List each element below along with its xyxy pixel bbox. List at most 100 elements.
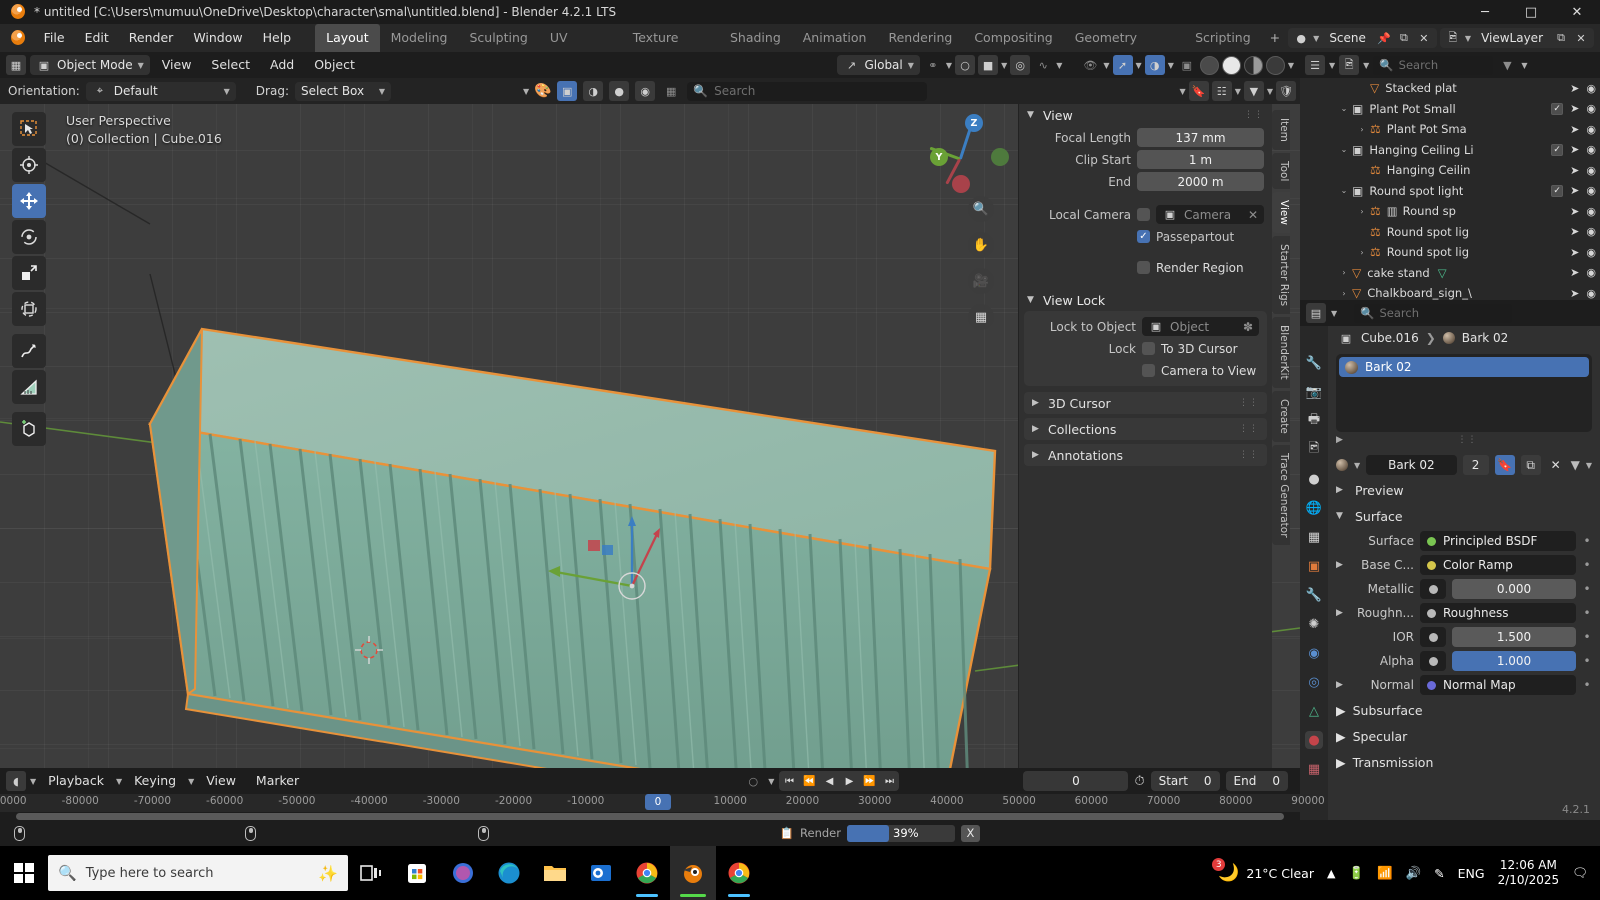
proportional-falloff-icon[interactable]: ◎ (1010, 55, 1031, 75)
transform-gizmo[interactable] (540, 504, 670, 614)
property-slider[interactable]: 0.000 (1452, 579, 1576, 599)
copilot-icon[interactable] (440, 846, 486, 900)
annotations-section[interactable]: ▶ Annotations ⋮⋮ (1024, 444, 1267, 466)
blender-menu-icon[interactable] (8, 28, 28, 48)
specular-section[interactable]: ▶ Specular (1336, 724, 1592, 748)
gizmo-toggle-icon[interactable]: ➚ (1112, 55, 1133, 75)
3d-cursor-section[interactable]: ▶ 3D Cursor ⋮⋮ (1024, 392, 1267, 414)
auto-keying-icon[interactable]: ○ (743, 771, 763, 791)
tab-view-layer-icon[interactable]: 🖻 (1305, 441, 1323, 459)
tab-tool-icon[interactable]: 🔧 (1305, 354, 1323, 372)
outliner-row[interactable]: ⌄ ▣ Plant Pot Small ✓ ➤ ◉ (1300, 99, 1600, 120)
new-scene-icon[interactable]: ⧉ (1396, 31, 1412, 45)
material-property-row[interactable]: Alpha 1.000 • (1336, 650, 1592, 672)
material-slot-list[interactable]: Bark 02 (1336, 354, 1592, 432)
tab-collection-icon[interactable]: ▦ (1305, 528, 1323, 546)
sidebar-tab-blenderkit[interactable]: BlenderKit (1272, 317, 1290, 388)
disclosure-triangle-icon[interactable]: ⌄ (1336, 145, 1352, 154)
taskbar-search-input[interactable]: 🔍 Type here to search ✨ (48, 855, 348, 891)
editor-type-icon[interactable]: ◖ (6, 771, 26, 791)
selectable-cursor-icon[interactable]: ➤ (1570, 102, 1579, 115)
transmission-section[interactable]: ▶ Transmission (1336, 750, 1592, 774)
eye-visibility-icon[interactable]: ◉ (1586, 225, 1596, 238)
exclude-checkbox[interactable]: ✓ (1551, 102, 1564, 115)
tab-modifiers-icon[interactable]: 🔧 (1305, 586, 1323, 604)
tab-texture-icon[interactable]: ▦ (1305, 760, 1323, 778)
pin-icon[interactable]: 📌 (1376, 31, 1392, 45)
battery-icon[interactable]: 🔋 (1348, 865, 1364, 881)
tool-measure[interactable] (12, 370, 46, 404)
tab-animation[interactable]: Animation (792, 24, 878, 52)
timeline-editor[interactable]: ◖ ▼ Playback ▼ Keying ▼ View Marker ○ ▼ … (0, 768, 1325, 820)
outliner-row[interactable]: › ⚖ Plant Pot Sma ➤ ◉ (1300, 119, 1600, 140)
tab-scene-icon[interactable]: ● (1305, 470, 1323, 488)
eye-visibility-icon[interactable]: ◉ (1586, 246, 1596, 259)
view-section-header[interactable]: ▼ View ⋮⋮ (1019, 104, 1272, 126)
property-socket-box[interactable] (1420, 627, 1446, 647)
property-socket-box[interactable] (1420, 579, 1446, 599)
mode-selector[interactable]: ▣ Object Mode ▼ (30, 55, 150, 75)
animate-property-icon[interactable]: • (1582, 630, 1592, 644)
delete-viewlayer-icon[interactable]: ✕ (1573, 31, 1589, 45)
breadcrumb-object[interactable]: Cube.016 (1361, 331, 1419, 345)
cube-object[interactable] (140, 219, 1000, 768)
chevron-right-icon[interactable]: ▶ (1336, 608, 1348, 618)
tab-output-icon[interactable]: 🖶 (1305, 412, 1323, 430)
clip-start-row[interactable]: Clip Start 1 m (1019, 149, 1264, 170)
outliner-row[interactable]: ⌄ ▣ Hanging Ceiling Li ✓ ➤ ◉ (1300, 140, 1600, 161)
property-value-field[interactable]: Normal Map (1420, 675, 1576, 695)
volume-icon[interactable]: 🔊 (1406, 865, 1422, 881)
animate-property-icon[interactable]: • (1582, 654, 1592, 668)
menu-render[interactable]: Render (119, 24, 184, 52)
tab-object-icon[interactable]: ▣ (1305, 557, 1323, 575)
unlink-material-icon[interactable]: ✕ (1547, 455, 1565, 475)
clip-end-value[interactable]: 2000 m (1137, 172, 1264, 191)
material-property-row[interactable]: ▶ Base C... Color Ramp • (1336, 554, 1592, 576)
filter-icon[interactable]: ▼ (1497, 55, 1517, 75)
lock-to-object-field[interactable]: ▣ Object ✽ (1142, 317, 1259, 336)
gizmo-axis-z[interactable]: Z (965, 114, 983, 132)
selectable-cursor-icon[interactable]: ➤ (1570, 123, 1579, 136)
drag-dots-icon[interactable]: ⋮⋮ (1239, 424, 1259, 434)
orientation-dropdown[interactable]: ⌖ Default ▼ (85, 81, 236, 101)
viewport-menu-object[interactable]: Object (306, 55, 363, 75)
google-chrome-icon-1[interactable] (624, 846, 670, 900)
tab-constraints-icon[interactable]: ◎ (1305, 673, 1323, 691)
tab-rendering[interactable]: Rendering (877, 24, 963, 52)
clock[interactable]: 12:06 AM 2/10/2025 (1498, 858, 1560, 888)
viewlayer-selector[interactable]: 🖻 ▼ ViewLayer ⧉ ✕ (1439, 28, 1594, 48)
falloff-curve-icon[interactable]: ∿ (1033, 55, 1053, 75)
tool-move[interactable] (12, 184, 46, 218)
eye-visibility-icon[interactable]: ◉ (1586, 82, 1596, 95)
disclosure-triangle-icon[interactable]: › (1336, 268, 1352, 277)
sidebar-tab-tool[interactable]: Tool (1272, 152, 1290, 190)
weather-widget[interactable]: 🌙 3 21°C Clear (1212, 858, 1314, 883)
tab-geometry-nodes[interactable]: Geometry Nodes (1064, 24, 1184, 73)
tab-modeling[interactable]: Modeling (380, 24, 459, 52)
camera-to-view-checkbox[interactable] (1142, 364, 1155, 377)
tab-shading[interactable]: Shading (719, 24, 792, 52)
outliner-row[interactable]: ⚖ Hanging Ceilin ➤ ◉ (1300, 160, 1600, 181)
material-property-row[interactable]: Metallic 0.000 • (1336, 578, 1592, 600)
animate-property-icon[interactable]: • (1582, 678, 1592, 692)
maximize-button[interactable]: □ (1508, 0, 1554, 24)
bookmark-icon[interactable]: 🔖 (1188, 81, 1209, 101)
scene-selector[interactable]: ● ▼ Scene 📌 ⧉ ✕ (1288, 28, 1437, 48)
google-chrome-icon-2[interactable] (716, 846, 762, 900)
shading-solid-icon[interactable] (1221, 55, 1241, 75)
expand-icon[interactable]: ▶ (1336, 435, 1343, 445)
drag-dots-icon[interactable]: ⋮⋮ (1457, 435, 1477, 445)
outliner-row[interactable]: › ▽ cake stand ▽ ➤ ◉ (1300, 263, 1600, 284)
chevron-down-icon[interactable]: ▼ (1586, 461, 1592, 470)
local-camera-row[interactable]: Local Camera ▣ Camera ✕ (1019, 204, 1264, 225)
outliner-row[interactable]: › ▽ Chalkboard_sign_\ ➤ ◉ (1300, 283, 1600, 300)
outliner-editor[interactable]: ☰ ▼ 🖻 ▼ 🔍 Search ▼ ▼ ▽ Stacked plat ➤ ◉ ⌄ ▣ Pl… (1300, 52, 1600, 300)
local-camera-checkbox[interactable] (1137, 208, 1150, 221)
selectable-cursor-icon[interactable]: ➤ (1570, 82, 1579, 95)
material-property-row[interactable]: ▶ Roughn... Roughness • (1336, 602, 1592, 624)
local-camera-field[interactable]: ▣ Camera ✕ (1156, 205, 1264, 224)
sidebar-tab-trace-generator[interactable]: Trace Generator (1272, 444, 1290, 546)
eye-visibility-icon[interactable]: ◉ (1586, 287, 1596, 300)
passepartout-row[interactable]: ✓ Passepartout (1019, 226, 1264, 247)
outliner-row[interactable]: › ⚖ ▥ Round sp ➤ ◉ (1300, 201, 1600, 222)
